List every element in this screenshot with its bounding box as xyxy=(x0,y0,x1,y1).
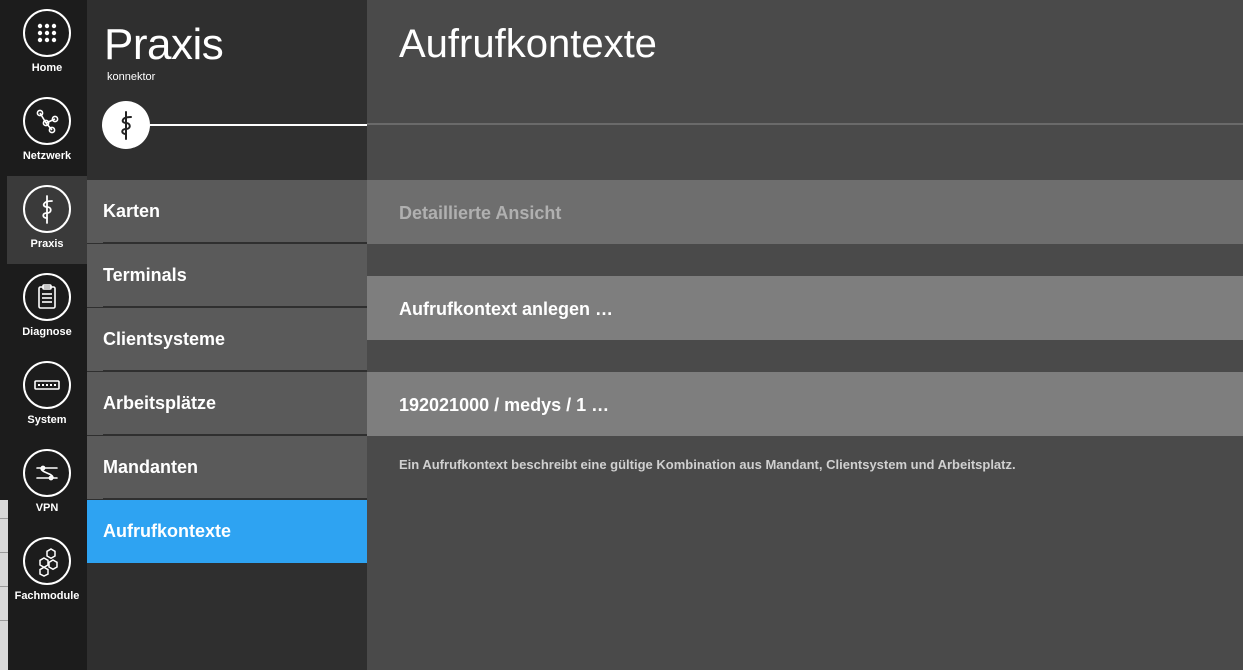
rail-item-fachmodule[interactable]: Fachmodule xyxy=(7,528,87,616)
rail-item-home[interactable]: Home xyxy=(7,0,87,88)
section-sidebar: Praxis konnektor Karten Terminals Client… xyxy=(87,0,367,670)
icon-rail: Home Netzwerk Praxis Diagnose System VPN… xyxy=(0,0,87,670)
nav-item-label: Mandanten xyxy=(103,457,199,477)
header-divider xyxy=(150,124,367,126)
detail-view-label: Detaillierte Ansicht xyxy=(399,203,562,223)
rail-label-praxis: Praxis xyxy=(30,238,64,250)
caduceus-icon xyxy=(23,185,71,233)
rail-item-system[interactable]: System xyxy=(7,352,87,440)
create-context-label: Aufrufkontext anlegen … xyxy=(399,299,614,319)
list-item-label: 192021000 / medys / 1 … xyxy=(399,395,610,415)
nav-item-clientsysteme[interactable]: Clientsysteme xyxy=(87,308,367,372)
section-title: Praxis xyxy=(104,20,224,69)
rail-label-system: System xyxy=(27,414,67,426)
rail-item-netzwerk[interactable]: Netzwerk xyxy=(7,88,87,176)
main-panel: Aufrufkontexte Detaillierte Ansicht Aufr… xyxy=(367,0,1243,670)
device-icon xyxy=(23,361,71,409)
rail-item-diagnose[interactable]: Diagnose xyxy=(7,264,87,352)
nav-item-arbeitsplaetze[interactable]: Arbeitsplätze xyxy=(87,372,367,436)
section-header: Praxis konnektor xyxy=(87,0,367,180)
vpn-icon xyxy=(23,449,71,497)
section-subtitle: konnektor xyxy=(107,71,156,83)
nav-item-label: Terminals xyxy=(103,265,187,285)
caduceus-icon xyxy=(102,101,150,149)
grid-icon xyxy=(23,9,71,57)
detail-view-button[interactable]: Detaillierte Ansicht xyxy=(367,180,1243,244)
main-header: Aufrufkontexte xyxy=(367,0,1243,124)
rail-label-netzwerk: Netzwerk xyxy=(22,150,72,162)
rail-item-praxis[interactable]: Praxis xyxy=(7,176,87,264)
nav-item-mandanten[interactable]: Mandanten xyxy=(87,436,367,500)
rail-label-diagnose: Diagnose xyxy=(22,326,72,338)
rail-label-home: Home xyxy=(31,62,63,74)
info-text: Ein Aufrufkontext beschreibt eine gültig… xyxy=(399,457,1016,472)
rail-label-fachmodule: Fachmodule xyxy=(14,590,80,602)
nav-item-terminals[interactable]: Terminals xyxy=(87,244,367,308)
nav-item-aufrufkontexte[interactable]: Aufrufkontexte xyxy=(87,500,367,563)
page-title: Aufrufkontexte xyxy=(399,22,657,66)
nav-item-label: Arbeitsplätze xyxy=(103,393,217,413)
rail-item-vpn[interactable]: VPN xyxy=(7,440,87,528)
hexagons-icon xyxy=(23,537,71,585)
nav-item-label: Clientsysteme xyxy=(103,329,226,349)
clipboard-icon xyxy=(23,273,71,321)
create-context-button[interactable]: Aufrufkontext anlegen … xyxy=(367,276,1243,340)
header-divider xyxy=(367,123,1243,125)
nav-item-label: Karten xyxy=(103,201,161,221)
rail-label-vpn: VPN xyxy=(35,502,59,514)
app-window: Home Netzwerk Praxis Diagnose System VPN… xyxy=(0,0,1243,670)
list-item[interactable]: 192021000 / medys / 1 … xyxy=(367,372,1243,436)
nav-item-karten[interactable]: Karten xyxy=(87,180,367,244)
network-icon xyxy=(23,97,71,145)
nav-item-label: Aufrufkontexte xyxy=(103,521,232,541)
